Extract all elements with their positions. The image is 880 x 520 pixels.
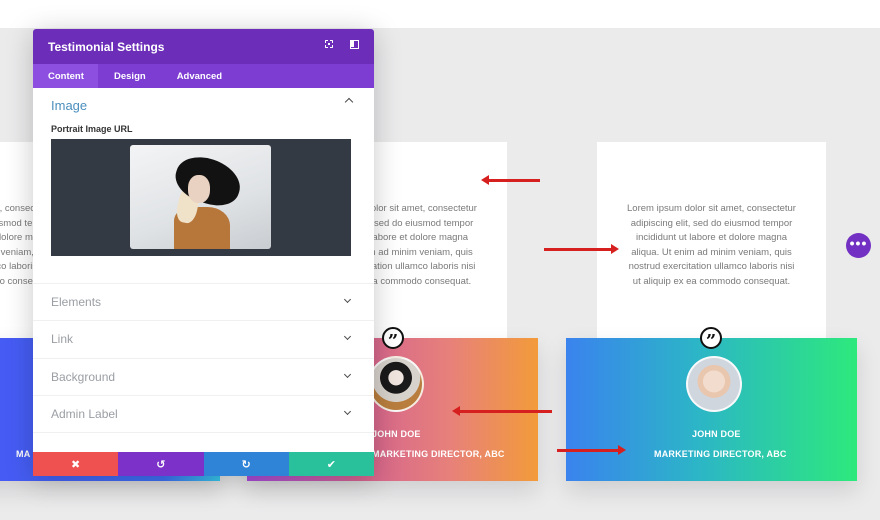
author-avatar (368, 356, 424, 412)
modal-footer: ✖ ↺ ↻ ✔ (33, 452, 374, 476)
portrait-image-url-label: Portrait Image URL (51, 124, 133, 134)
cancel-button[interactable]: ✖ (33, 452, 119, 476)
modal-header: Testimonial Settings (33, 29, 374, 64)
quote-icon: ” (700, 327, 722, 351)
tab-advanced[interactable]: Advanced (162, 64, 237, 88)
author-name: JOHN DOE (692, 429, 741, 439)
save-button[interactable]: ✔ (288, 452, 374, 476)
author-avatar (686, 356, 742, 412)
top-bar (0, 0, 880, 28)
section-divider (33, 432, 374, 452)
sidebar-toggle-icon[interactable] (348, 40, 360, 52)
author-role: MARKETING DIRECTOR, ABC (372, 449, 505, 459)
section-label: Elements (51, 295, 102, 309)
chevron-down-icon[interactable] (343, 295, 352, 304)
tab-content[interactable]: Content (33, 64, 98, 88)
section-admin-label[interactable]: Admin Label (33, 395, 374, 432)
undo-button[interactable]: ↺ (118, 452, 204, 476)
section-label: Background (51, 370, 116, 384)
modal-title: Testimonial Settings (48, 39, 165, 54)
arrow-left-annotation (481, 175, 540, 185)
modal-tabs: Content Design Advanced (33, 64, 374, 88)
section-label: Link (51, 332, 74, 346)
arrow-right-annotation (544, 244, 619, 254)
tab-design[interactable]: Design (98, 64, 162, 88)
section-image: Image Portrait Image URL (33, 88, 374, 256)
section-label: Admin Label (51, 407, 118, 421)
section-elements[interactable]: Elements (33, 283, 374, 320)
author-role: MA (16, 449, 31, 459)
section-background[interactable]: Background (33, 358, 374, 395)
testimonial-card-right: Lorem ipsum dolor sit amet, consectetur … (597, 142, 826, 352)
chevron-down-icon[interactable] (343, 332, 352, 341)
chevron-down-icon[interactable] (343, 370, 352, 379)
author-name: JOHN DOE (372, 429, 421, 439)
author-role: MARKETING DIRECTOR, ABC (654, 449, 787, 459)
portrait-image-upload[interactable] (51, 139, 351, 256)
expand-icon[interactable] (323, 40, 335, 52)
section-image-title[interactable]: Image (51, 98, 356, 113)
quote-icon: ” (382, 327, 404, 351)
portrait-image-preview[interactable] (130, 145, 271, 249)
redo-button[interactable]: ↻ (203, 452, 289, 476)
more-options-button[interactable]: ••• (846, 233, 871, 258)
arrow-left-annotation (452, 406, 552, 416)
testimonial-body: Lorem ipsum dolor sit amet, consectetur … (627, 203, 796, 287)
arrow-right-annotation (557, 445, 626, 455)
section-link[interactable]: Link (33, 320, 374, 357)
chevron-down-icon[interactable] (343, 407, 352, 416)
testimonial-settings-modal: Testimonial Settings Content Design Adva… (33, 29, 374, 476)
